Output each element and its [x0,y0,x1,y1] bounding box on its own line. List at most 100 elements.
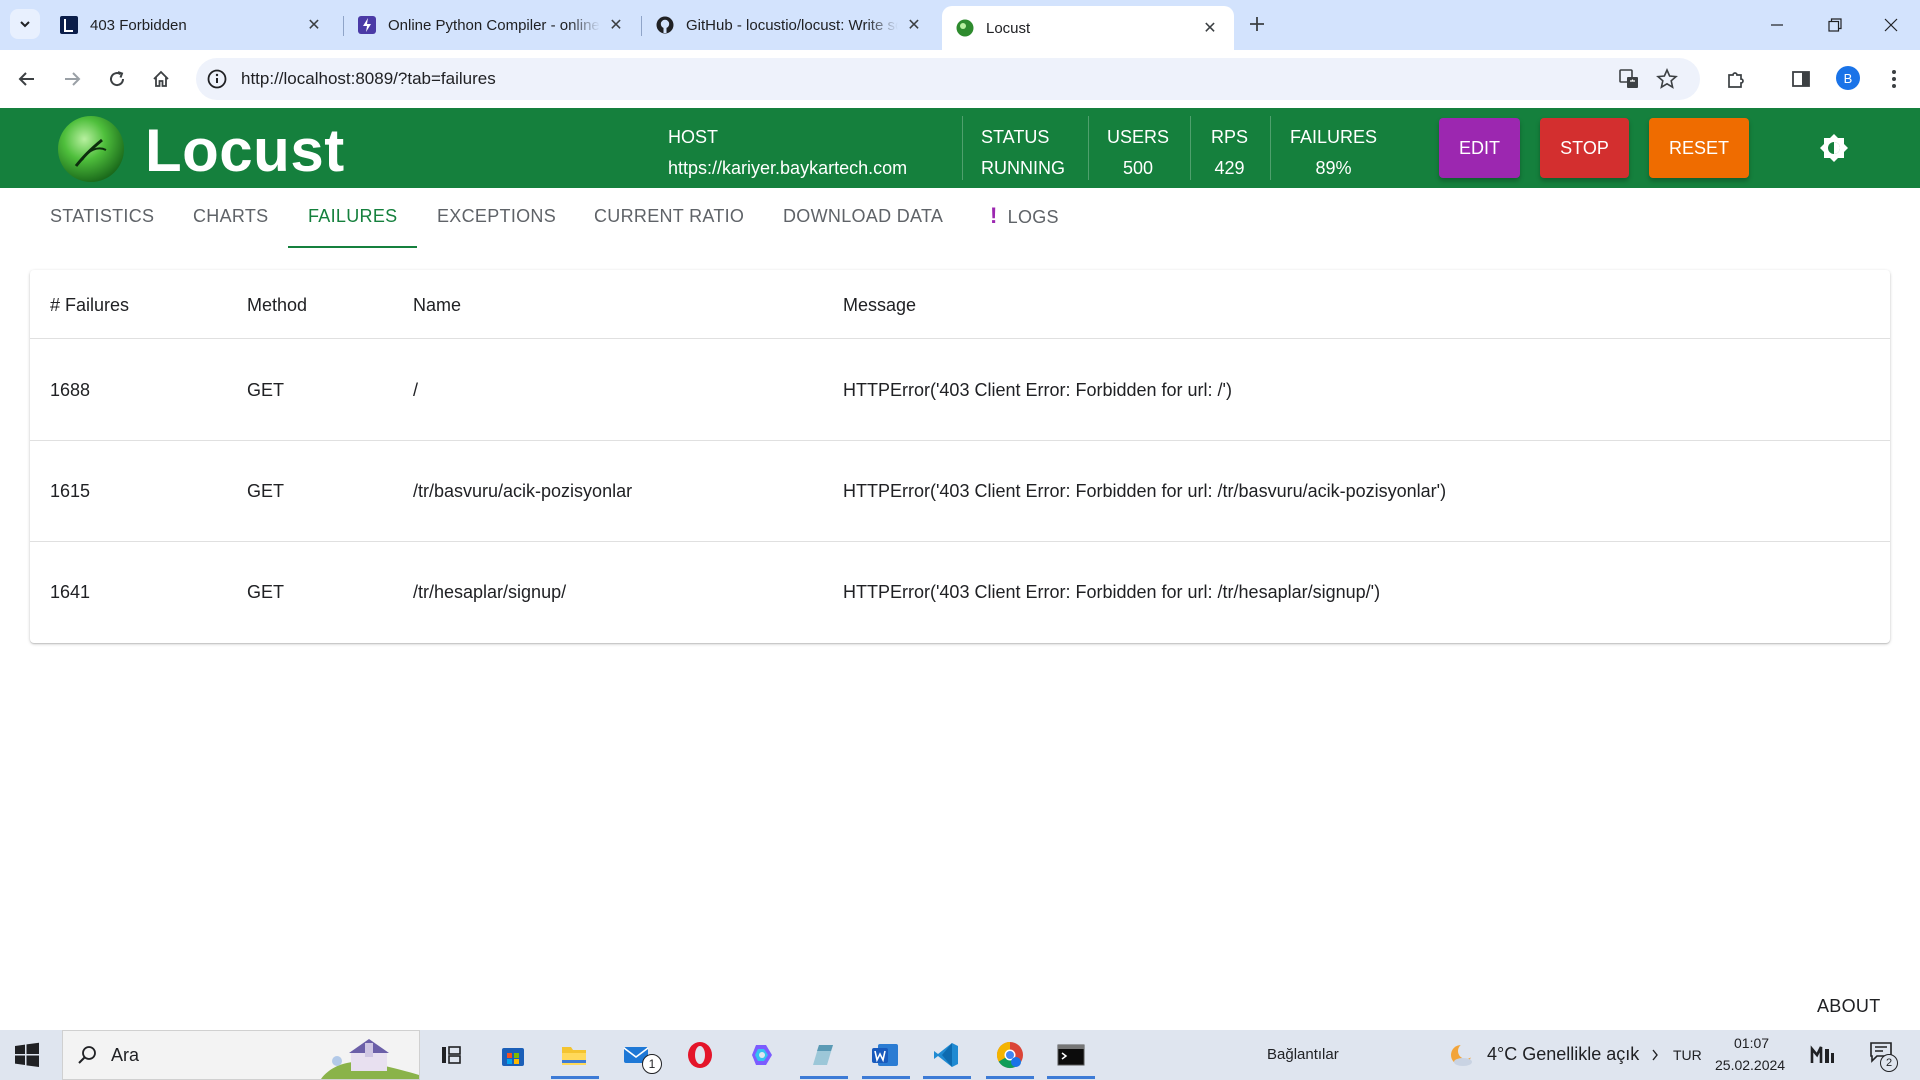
clock-time[interactable]: 01:07 [1734,1035,1769,1051]
forward-button[interactable] [55,62,89,96]
extensions-button[interactable] [1719,62,1753,96]
task-view-icon[interactable] [434,1038,468,1072]
edit-button[interactable]: EDIT [1439,118,1520,178]
back-button[interactable] [10,62,44,96]
column-header-message[interactable]: Message [843,295,916,316]
close-icon[interactable]: ✕ [304,15,324,35]
minimize-button[interactable] [1748,0,1806,50]
table-header-row: # Failures Method Name Message [30,270,1890,339]
table-row: 1615 GET /tr/basvuru/acik-pozisyonlar HT… [30,441,1890,542]
close-icon[interactable]: ✕ [1200,18,1220,38]
column-header-method[interactable]: Method [247,295,307,316]
host-label: HOST [668,127,719,147]
browser-menu-button[interactable] [1877,62,1911,96]
word-icon[interactable] [868,1038,902,1072]
side-panel-icon [1792,71,1810,87]
browser-tab-python-compiler[interactable]: Online Python Compiler - online editor ✕ [344,6,640,44]
url-text[interactable]: http://localhost:8089/?tab=failures [241,69,496,89]
chrome-icon[interactable] [993,1038,1027,1072]
message-cell: HTTPError('403 Client Error: Forbidden f… [843,380,1232,400]
failures-count-cell: 1688 [50,380,91,400]
home-icon [153,70,169,87]
stop-button[interactable]: STOP [1540,118,1629,178]
github-icon [656,16,674,34]
failures-count-cell: 1615 [50,481,91,501]
address-bar[interactable]: http://localhost:8089/?tab=failures [196,58,1700,100]
bolt-favicon-icon [358,16,376,34]
terminal-icon[interactable] [1054,1038,1088,1072]
weather-moon-icon[interactable] [1449,1042,1475,1068]
restore-button[interactable] [1806,0,1864,50]
close-icon[interactable]: ✕ [904,15,924,35]
reset-button[interactable]: RESET [1649,118,1749,178]
host-stat: HOST https://kariyer.baykartech.com [668,122,907,184]
site-favicon-icon [60,16,78,34]
users-stat: USERS 500 [1107,122,1169,184]
search-icon [78,1046,96,1064]
reload-button[interactable] [100,62,134,96]
close-icon[interactable]: ✕ [606,15,626,35]
browser-tab-github[interactable]: GitHub - locustio/locust: Write scalable… [642,6,938,44]
opera-icon[interactable] [683,1038,717,1072]
tab-logs[interactable]: ! LOGS [990,203,1059,229]
copilot-icon[interactable] [745,1038,779,1072]
file-explorer-icon[interactable] [557,1038,591,1072]
message-cell: HTTPError('403 Client Error: Forbidden f… [843,582,1381,602]
rps-label: RPS [1211,127,1249,147]
column-header-failures[interactable]: # Failures [50,295,129,316]
tab-current-ratio[interactable]: CURRENT RATIO [594,206,744,227]
brightness-toggle-icon[interactable] [1818,132,1850,164]
translate-icon[interactable] [1617,67,1641,91]
rps-stat: RPS 429 [1211,122,1248,184]
chevron-right-icon[interactable] [1651,1049,1659,1061]
failures-stat: FAILURES 89% [1290,122,1377,184]
profile-avatar[interactable]: B [1836,66,1860,90]
windows-start-icon[interactable] [14,1042,40,1068]
active-app-indicator [551,1076,599,1079]
stat-divider [1270,116,1271,180]
microsoft-store-icon[interactable] [496,1038,530,1072]
tab-failures[interactable]: FAILURES [308,206,397,227]
reload-icon [110,71,125,87]
clock-date[interactable]: 25.02.2024 [1715,1057,1785,1073]
status-label: STATUS [981,127,1050,147]
status-value: RUNNING [981,158,1065,178]
vscode-icon[interactable] [929,1038,963,1072]
widgets-icon[interactable] [1810,1043,1836,1067]
tab-statistics[interactable]: STATISTICS [50,206,154,227]
taskbar-links-label[interactable]: Bağlantılar [1267,1046,1339,1063]
bookmark-star-icon[interactable] [1655,67,1679,91]
method-cell: GET [247,582,285,602]
tab-exceptions[interactable]: EXCEPTIONS [437,206,556,227]
mail-unread-badge: 1 [642,1054,662,1074]
site-info-icon[interactable] [206,68,228,90]
tab-charts[interactable]: CHARTS [193,206,268,227]
name-cell: /tr/basvuru/acik-pozisyonlar [413,481,633,501]
new-tab-button[interactable] [1243,10,1271,38]
column-header-name[interactable]: Name [413,295,461,316]
tab-search-button[interactable] [10,9,40,39]
browser-tab-locust[interactable]: Locust ✕ [942,6,1234,50]
name-cell: / [413,380,419,400]
notification-count-badge: 2 [1880,1054,1898,1072]
window-close-button[interactable] [1862,0,1920,50]
arrow-left-icon [18,72,34,86]
browser-tab-403[interactable]: 403 Forbidden ✕ [46,6,338,44]
tab-logs-label: LOGS [1007,207,1059,227]
stat-divider [1088,116,1089,180]
weather-text[interactable]: 4°C Genellikle açık [1487,1044,1639,1065]
plus-icon [1250,17,1264,31]
tab-download-data[interactable]: DOWNLOAD DATA [783,206,943,227]
failures-count-cell: 1641 [50,582,91,602]
taskbar-search-box[interactable]: Ara [62,1030,420,1080]
home-button[interactable] [144,62,178,96]
editor-app-icon[interactable] [806,1038,840,1072]
stat-divider [1190,116,1191,180]
about-link[interactable]: ABOUT [1817,996,1881,1017]
restore-icon [1828,18,1842,32]
side-panel-button[interactable] [1784,62,1818,96]
failures-value: 89% [1315,158,1352,178]
active-app-indicator [800,1076,848,1079]
table-row: 1641 GET /tr/hesaplar/signup/ HTTPError(… [30,542,1890,643]
language-indicator[interactable]: TUR [1673,1047,1702,1063]
